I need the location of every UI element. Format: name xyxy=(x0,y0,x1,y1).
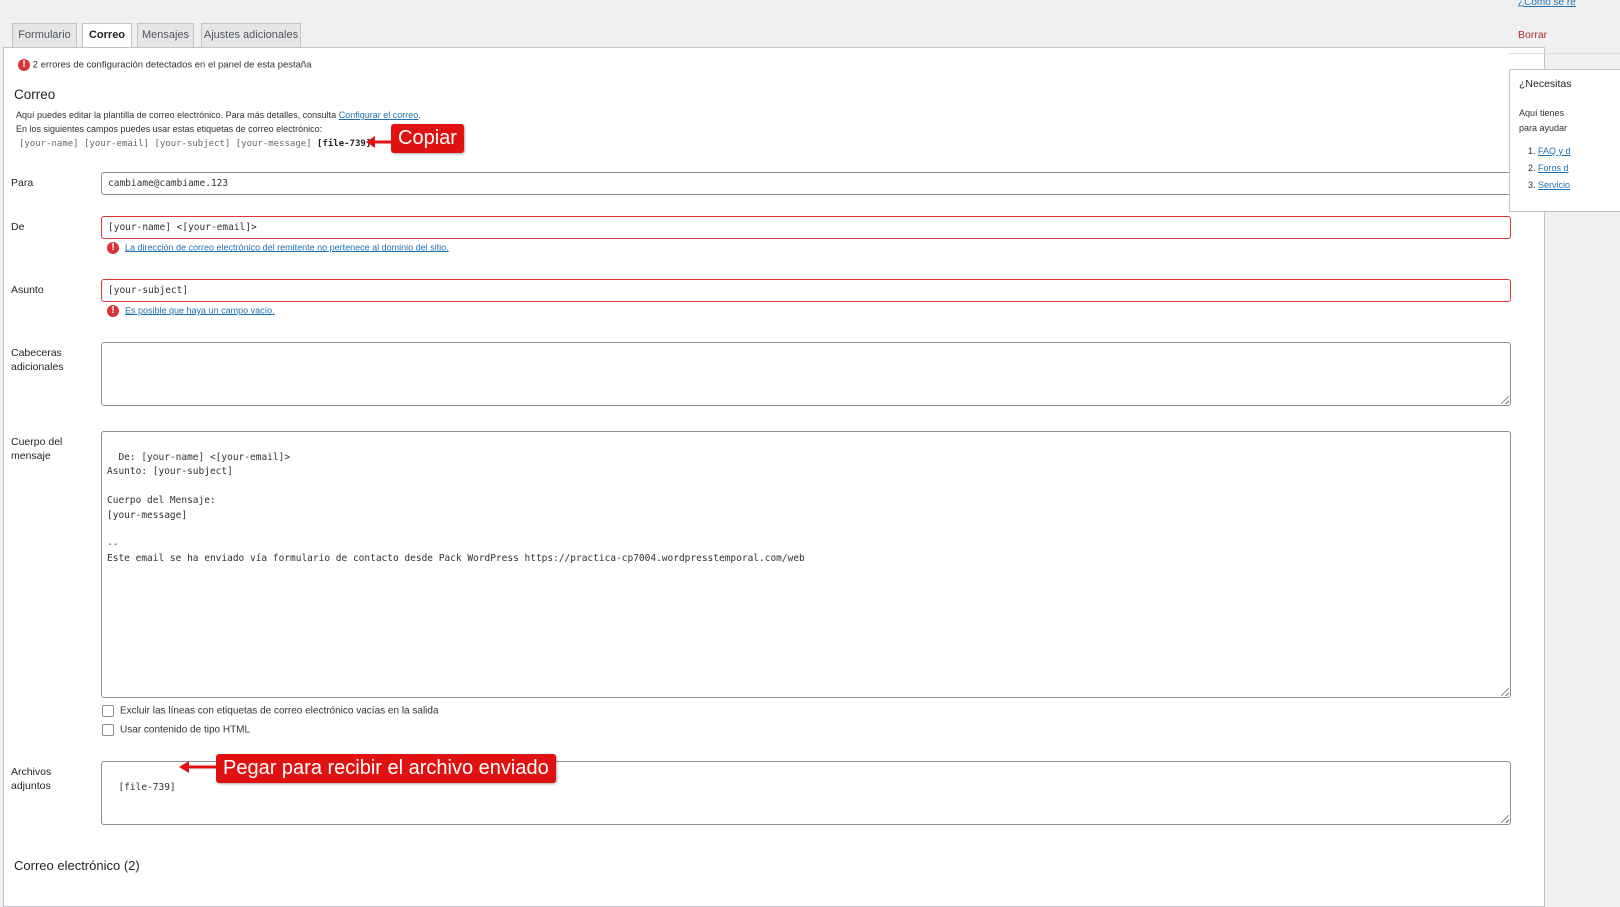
help-box xyxy=(1509,69,1620,212)
message-body-value: De: [your-name] <[your-email]> Asunto: [… xyxy=(107,451,805,565)
resize-handle[interactable] xyxy=(1501,396,1509,404)
help-link[interactable]: ¿Cómo se re xyxy=(1518,0,1576,8)
attachments-value: [file-739] xyxy=(118,781,176,793)
help-text-1: Aquí tienes xyxy=(1519,108,1565,118)
subject-error-link[interactable]: Es posible que haya un campo vacío. xyxy=(125,305,275,315)
use-html-checkbox[interactable] xyxy=(102,724,114,736)
paste-callout: Pegar para recibir el archivo enviado xyxy=(216,754,556,783)
mail-tags: [your-name] [your-email] [your-subject] … xyxy=(19,139,312,149)
use-html-option[interactable]: Usar contenido de tipo HTML xyxy=(102,724,250,736)
arrow-left-icon xyxy=(366,136,394,148)
config-error-notice: ! 2 errores de configuración detectados … xyxy=(18,59,312,71)
notice-text: 2 errores de configuración detectados en… xyxy=(32,59,312,71)
services-link[interactable]: Servicio xyxy=(1538,180,1570,190)
sidebar-divider xyxy=(1509,53,1620,54)
use-html-label: Usar contenido de tipo HTML xyxy=(120,724,251,736)
exclude-blank-checkbox[interactable] xyxy=(102,705,114,717)
from-error: ! La dirección de correo electrónico del … xyxy=(107,242,449,254)
field-label-de: De xyxy=(11,221,25,233)
intro-line-2: En los siguientes campos puedes usar est… xyxy=(16,124,323,134)
resize-handle[interactable] xyxy=(1501,815,1509,823)
file-tag: [file-739] xyxy=(317,139,372,149)
field-label-archivos: Archivos adjuntos xyxy=(11,766,52,792)
help-text-2: para ayudar xyxy=(1519,123,1568,133)
intro-line-1: Aquí puedes editar la plantilla de corre… xyxy=(16,110,421,120)
field-label-asunto: Asunto xyxy=(11,284,44,296)
intro-text: Aquí puedes editar la plantilla de corre… xyxy=(16,110,339,120)
arrow-left-icon xyxy=(179,761,221,773)
error-icon: ! xyxy=(107,242,119,254)
tab-correo[interactable]: Correo xyxy=(82,23,132,48)
tab-formulario[interactable]: Formulario xyxy=(12,23,77,47)
error-icon: ! xyxy=(107,305,119,317)
field-label-para: Para xyxy=(11,177,34,189)
help-list-item: 1. FAQ y d xyxy=(1528,146,1571,156)
faq-link[interactable]: FAQ y d xyxy=(1538,146,1571,156)
help-list-item: 3. Servicio xyxy=(1528,180,1571,190)
section-title: Correo xyxy=(14,87,56,102)
to-input[interactable]: cambiame@cambiame.123 xyxy=(101,172,1511,195)
help-list-item: 2. Foros d xyxy=(1528,163,1569,173)
mail-2-heading: Correo electrónico (2) xyxy=(14,858,140,873)
tab-ajustes-adicionales[interactable]: Ajustes adicionales xyxy=(201,23,301,47)
subject-error: ! Es posible que haya un campo vacío. xyxy=(107,305,275,317)
forums-link[interactable]: Foros d xyxy=(1538,163,1569,173)
copy-callout: Copiar xyxy=(391,124,464,153)
intro-suffix: . xyxy=(418,110,421,120)
resize-handle[interactable] xyxy=(1501,688,1509,696)
from-error-link[interactable]: La dirección de correo electrónico del r… xyxy=(125,242,449,252)
subject-input[interactable]: [your-subject] xyxy=(101,279,1511,302)
error-icon: ! xyxy=(18,59,30,71)
exclude-blank-label: Excluir las líneas con etiquetas de corr… xyxy=(120,705,439,717)
message-body-textarea[interactable]: De: [your-name] <[your-email]> Asunto: [… xyxy=(101,431,1511,698)
additional-headers-textarea[interactable] xyxy=(101,342,1511,406)
configure-mail-link[interactable]: Configurar el correo xyxy=(339,110,419,120)
help-box-title: ¿Necesitas xyxy=(1519,78,1572,90)
delete-link[interactable]: Borrar xyxy=(1518,29,1547,41)
tab-mensajes[interactable]: Mensajes xyxy=(137,23,194,47)
exclude-blank-option[interactable]: Excluir las líneas con etiquetas de corr… xyxy=(102,705,439,717)
mail-tags-list: [your-name] [your-email] [your-subject] … xyxy=(19,139,371,149)
from-input[interactable]: [your-name] <[your-email]> xyxy=(101,216,1511,239)
field-label-cuerpo: Cuerpo del mensaje xyxy=(11,436,63,462)
field-label-cabeceras: Cabeceras adicionales xyxy=(11,347,64,373)
